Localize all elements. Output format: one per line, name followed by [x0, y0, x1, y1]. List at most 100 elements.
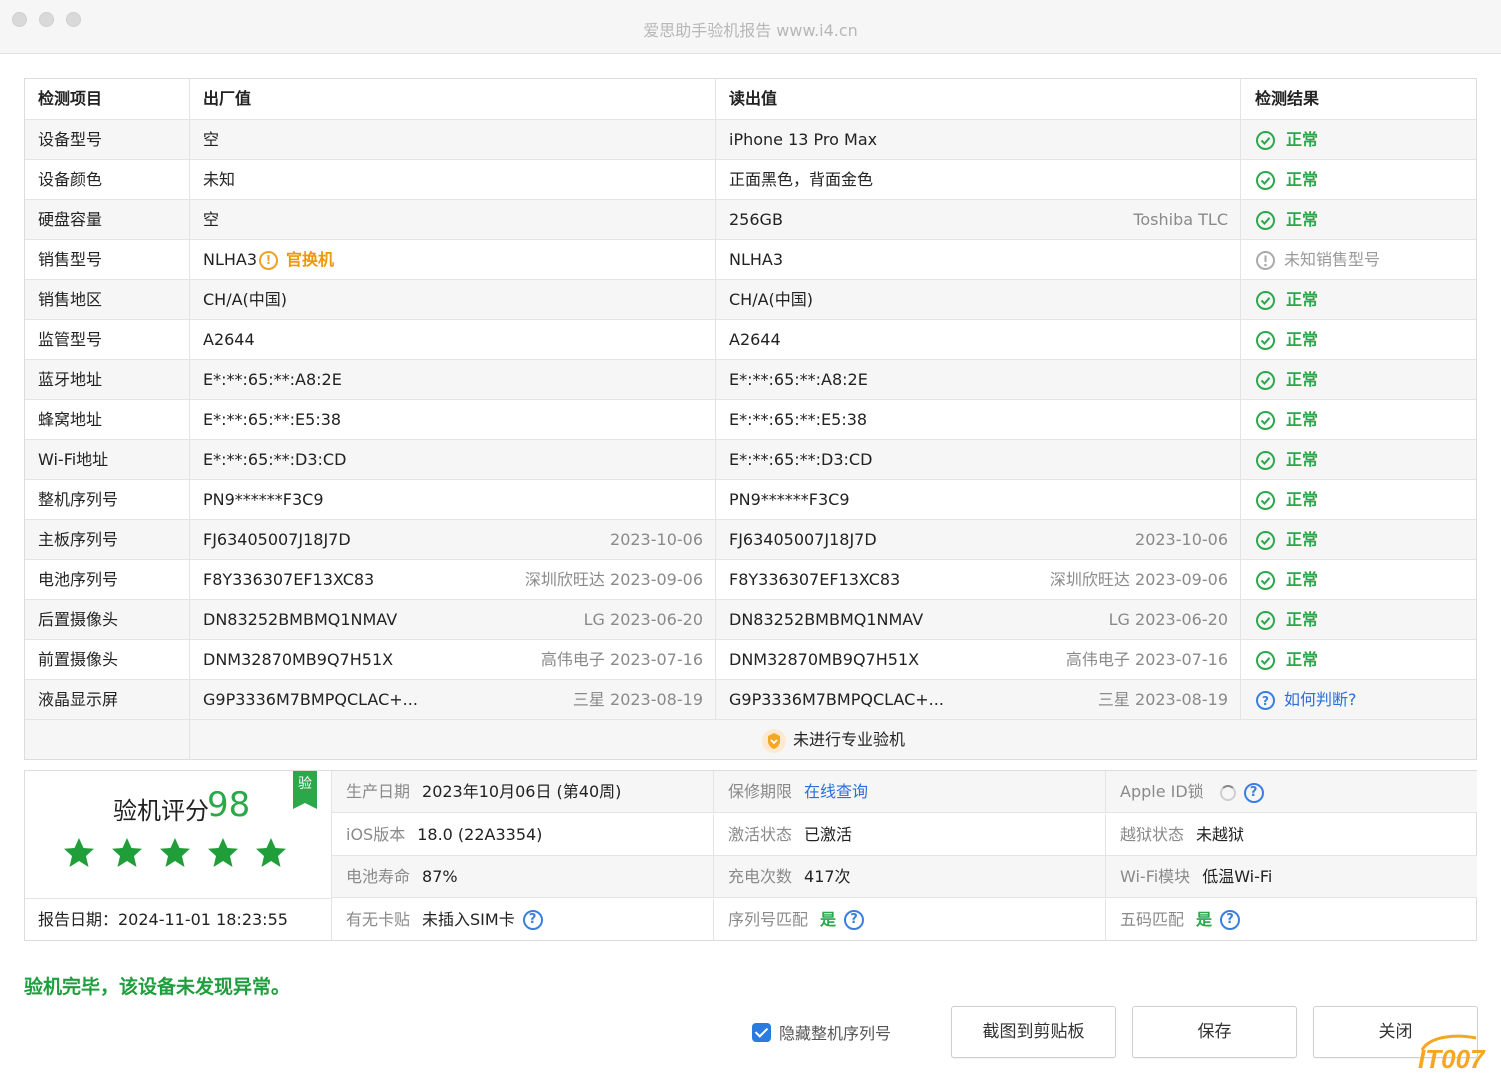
pro-inspection-status[interactable]: 未进行专业验机	[190, 720, 1476, 760]
factory-meta: 三星 2023-08-19	[572, 690, 703, 709]
row-read-value: A2644	[716, 320, 1241, 360]
row-item: 销售地区	[25, 280, 190, 320]
row-factory-value: F8Y336307EF13XC83 深圳欣旺达 2023-09-06	[190, 560, 716, 600]
factory-value: 空	[203, 130, 220, 149]
result-text: 正常	[1286, 450, 1319, 469]
row-read-value: F8Y336307EF13XC83 深圳欣旺达 2023-09-06	[716, 560, 1241, 600]
row-result: 正常	[1241, 440, 1478, 480]
row-result: 正常	[1241, 120, 1478, 160]
pro-inspection-text: 未进行专业验机	[792, 730, 905, 749]
warranty-query-link[interactable]: 在线查询	[804, 782, 868, 801]
row-read-value: 正面黑色，背面金色	[716, 160, 1241, 200]
info-cell: iOS版本 18.0 (22A3354)	[332, 813, 714, 856]
factory-value: PN9******F3C9	[203, 490, 324, 509]
row-read-value: DNM32870MB9Q7H51X 高伟电子 2023-07-16	[716, 640, 1241, 680]
row-item: 蓝牙地址	[25, 360, 190, 400]
factory-meta: LG 2023-06-20	[583, 610, 703, 629]
info-label: 序列号匹配	[728, 909, 809, 929]
factory-meta: 深圳欣旺达 2023-09-06	[524, 570, 703, 589]
row-factory-value: 空	[190, 120, 716, 160]
factory-tag: 官换机	[286, 250, 335, 269]
hide-serial-label: 隐藏整机序列号	[779, 1024, 892, 1043]
info-label: 越狱状态	[1120, 824, 1185, 844]
read-value: E*:**:65:**:E5:38	[729, 410, 868, 429]
row-factory-value: E*:**:65:**:D3:CD	[190, 440, 716, 480]
row-result: 未知销售型号	[1241, 240, 1478, 280]
factory-value: NLHA3	[203, 250, 258, 269]
info-value: 未插入SIM卡	[422, 909, 515, 929]
row-item: 设备型号	[25, 120, 190, 160]
row-read-value: E*:**:65:**:A8:2E	[716, 360, 1241, 400]
factory-value: CH/A(中国)	[203, 290, 288, 309]
how-to-judge-link[interactable]: 如何判断?	[1284, 680, 1357, 720]
inspection-table: 检测项目 出厂值 读出值 检测结果 设备型号空 iPhone 13 Pro Max…	[24, 78, 1477, 760]
help-icon[interactable]: ?	[1243, 782, 1264, 803]
row-result: 正常	[1241, 480, 1478, 520]
help-icon[interactable]: ?	[522, 910, 543, 930]
factory-value: A2644	[203, 330, 255, 349]
copy-screenshot-button[interactable]: 截图到剪贴板	[951, 1006, 1116, 1058]
hide-serial-checkbox[interactable]	[752, 1022, 771, 1042]
row-item: 设备颜色	[25, 160, 190, 200]
info-cell: 保修期限 在线查询	[714, 771, 1106, 813]
read-meta: LG 2023-06-20	[1108, 610, 1228, 629]
check-circle-icon	[1256, 210, 1275, 230]
info-row: 有无卡贴 未插入SIM卡? 序列号匹配是? 五码匹配是?	[332, 898, 1477, 941]
result-text: 正常	[1286, 290, 1319, 309]
info-label: Wi-Fi模块	[1120, 867, 1191, 886]
factory-value: FJ63405007J18J7D	[203, 530, 351, 549]
row-result: 正常	[1241, 400, 1478, 440]
factory-value: 空	[203, 210, 220, 229]
info-value: 已激活	[804, 824, 853, 844]
info-value: 未越狱	[1196, 824, 1245, 844]
table-row: 蜂窝地址 E*:**:65:**:E5:38 E*:**:65:**:E5:38 正常	[25, 399, 1478, 440]
row-result: 正常	[1241, 640, 1478, 680]
question-circle-icon: ?	[1256, 690, 1275, 710]
factory-value: G9P3336M7BMPQCLAC+...	[203, 690, 418, 709]
check-circle-icon	[1256, 410, 1275, 430]
row-read-value: E*:**:65:**:D3:CD	[716, 440, 1241, 480]
row-result[interactable]: ? 如何判断?	[1241, 680, 1478, 720]
row-factory-value: 未知	[190, 160, 716, 200]
star-icon	[256, 838, 286, 867]
result-text: 正常	[1286, 610, 1319, 629]
check-circle-icon	[1256, 610, 1275, 630]
table-row: 设备型号空 iPhone 13 Pro Max 正常	[25, 119, 1478, 160]
row-read-value: PN9******F3C9	[716, 480, 1241, 520]
info-cell: 五码匹配是?	[1106, 899, 1477, 941]
it007-watermark-logo: IT007	[1418, 1034, 1486, 1074]
row-factory-value: E*:**:65:**:E5:38	[190, 400, 716, 440]
read-value: DN83252BMBMQ1NMAV	[729, 610, 924, 629]
info-cell: Apple ID锁?	[1106, 771, 1477, 813]
table-row: 电池序列号 F8Y336307EF13XC83 深圳欣旺达 2023-09-06 F8…	[25, 559, 1476, 600]
factory-value: DN83252BMBMQ1NMAV	[203, 610, 398, 629]
check-circle-icon	[1256, 290, 1275, 310]
info-cell: 生产日期 2023年10月06日 (第40周)	[332, 771, 714, 813]
svg-text:IT007: IT007	[1418, 1044, 1486, 1074]
header-factory: 出厂值	[190, 79, 716, 119]
read-value: CH/A(中国)	[729, 290, 814, 309]
conclusion-text: 验机完毕，该设备未发现异常。	[24, 976, 291, 998]
factory-value: E*:**:65:**:E5:38	[203, 410, 342, 429]
help-icon[interactable]: ?	[1220, 910, 1241, 930]
row-factory-value: FJ63405007J18J7D 2023-10-06	[190, 520, 716, 560]
hide-serial-option[interactable]: 隐藏整机序列号	[752, 1020, 891, 1044]
star-rating	[63, 837, 287, 869]
score-box: 验机评分 98 验	[25, 771, 332, 899]
table-row: 前置摄像头 DNM32870MB9Q7H51X 高伟电子 2023-07-16 DNM…	[25, 639, 1478, 680]
read-value: NLHA3	[729, 250, 784, 269]
row-read-value: DN83252BMBMQ1NMAV LG 2023-06-20	[716, 600, 1241, 640]
row-item: 前置摄像头	[25, 640, 190, 680]
row-factory-value: 空	[190, 200, 716, 240]
star-icon	[208, 838, 238, 867]
summary-panel: 验机评分 98 验 报告日期：2024-11-01 18:23:55 生产日期 2…	[24, 770, 1477, 941]
result-text: 正常	[1286, 170, 1319, 189]
help-icon[interactable]: ?	[844, 910, 865, 930]
row-result: 正常	[1241, 280, 1478, 320]
row-item: 电池序列号	[25, 560, 190, 600]
save-button[interactable]: 保存	[1132, 1006, 1297, 1058]
row-item: 销售型号	[25, 240, 190, 280]
row-factory-value: E*:**:65:**:A8:2E	[190, 360, 716, 400]
read-meta: 三星 2023-08-19	[1097, 690, 1228, 709]
row-result: 正常	[1241, 360, 1478, 400]
